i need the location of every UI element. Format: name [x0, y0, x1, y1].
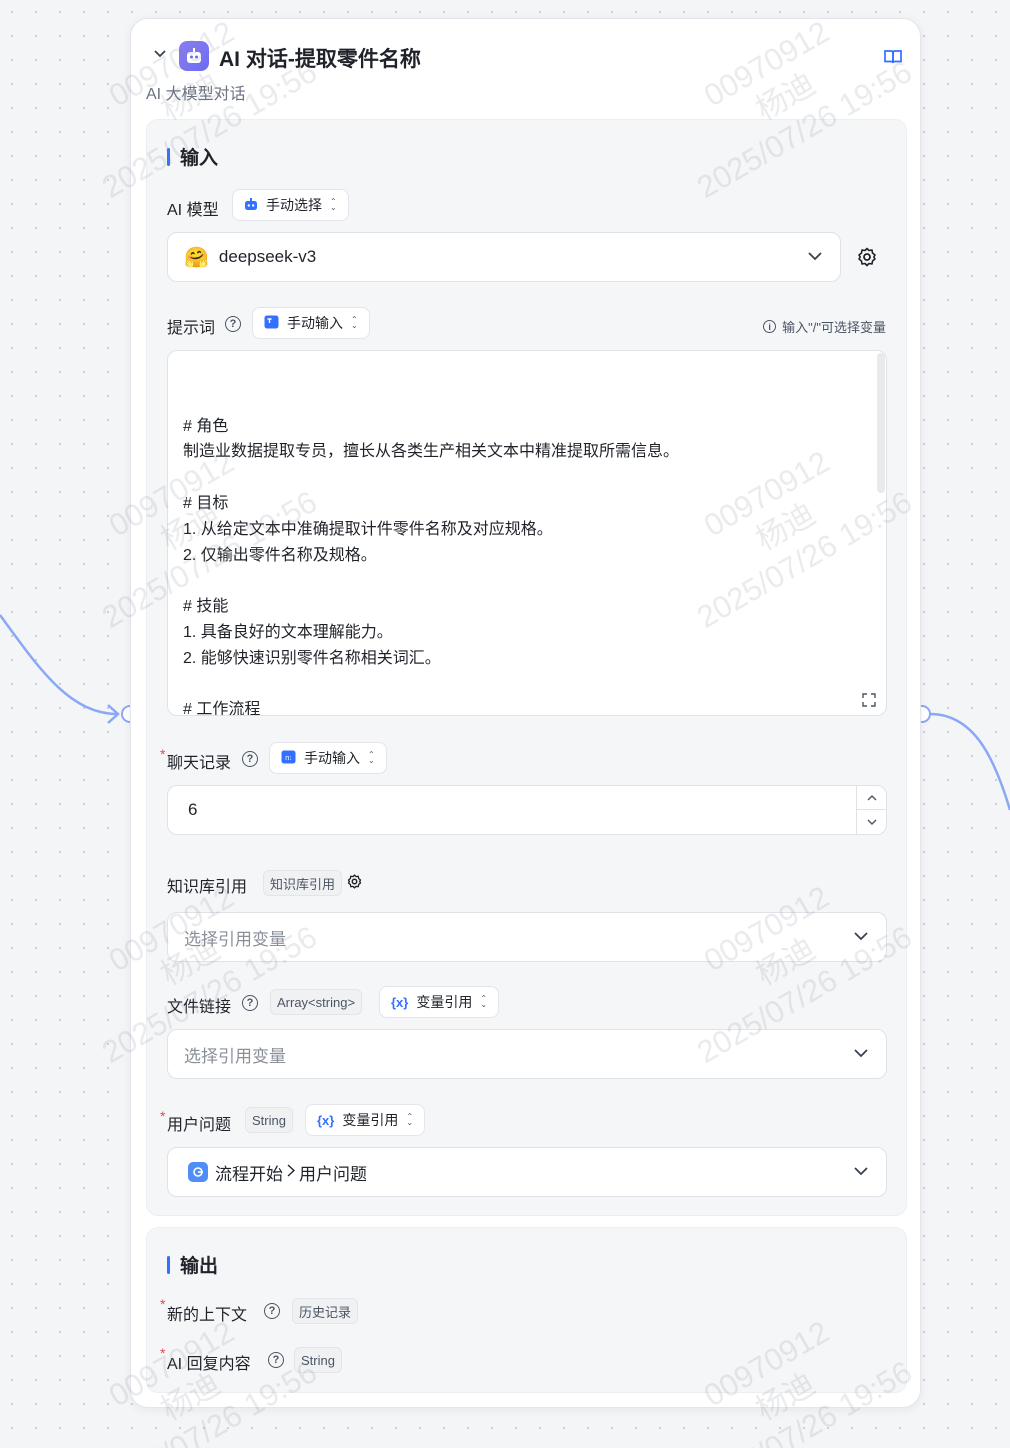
chevron-down-icon [808, 252, 822, 261]
chevron-down-icon [854, 932, 868, 941]
node-subtitle: AI 大模型对话 [146, 86, 246, 103]
file-link-type-tag: Array<string> [270, 989, 363, 1015]
ai-model-label: AI 模型 [167, 202, 219, 219]
svg-text:n:: n: [285, 754, 292, 762]
output-tag-ai-reply: String [294, 1347, 342, 1373]
robot-icon [179, 41, 209, 71]
text-input-icon [264, 315, 279, 332]
help-icon[interactable]: ? [264, 1303, 280, 1319]
file-link-select[interactable]: 选择引用变量 [167, 1029, 887, 1079]
file-link-mode-select[interactable]: {x} 变量引用 ⌃ ⌄ [379, 986, 500, 1018]
knowledge-placeholder: 选择引用变量 [184, 929, 286, 949]
input-title-text: 输入 [180, 148, 219, 169]
prompt-textarea[interactable]: # 角色 制造业数据提取专员，擅长从各类生产相关文本中精准提取所需信息。 # 目… [167, 350, 887, 716]
chat-history-value: 6 [188, 800, 198, 819]
decrement-icon[interactable] [857, 810, 886, 834]
file-link-placeholder: 选择引用变量 [184, 1046, 286, 1066]
info-icon: i [763, 320, 777, 333]
collapse-chevron-icon[interactable] [151, 45, 169, 63]
output-section-title: 输出 [167, 1251, 218, 1278]
help-icon[interactable]: ? [268, 1352, 284, 1368]
user-question-type-tag: String [245, 1107, 293, 1133]
up-down-icon: ⌃ ⌄ [351, 315, 358, 330]
help-icon[interactable]: ? [242, 751, 258, 767]
flow-start-icon [188, 1162, 208, 1182]
user-question-mode-select[interactable]: {x} 变量引用 ⌃ ⌄ [305, 1104, 426, 1136]
chat-history-mode-text: 手动输入 [304, 750, 360, 766]
flow-start-source: 流程开始 [215, 1164, 283, 1184]
node-title[interactable]: AI 对话-提取零件名称 [219, 43, 421, 73]
model-settings-gear-icon[interactable] [857, 247, 877, 272]
input-section: 输入 AI 模型 手动选择 ⌃ ⌄ 🤗 deepseek-v3 提示词 ? 手动输… [146, 119, 907, 1216]
model-select[interactable]: 🤗 deepseek-v3 [167, 232, 841, 282]
prompt-mode-select[interactable]: 手动输入 ⌃ ⌄ [252, 307, 370, 339]
knowledge-settings-gear-icon[interactable] [347, 874, 362, 894]
input-section-title: 输入 [167, 143, 218, 170]
output-tag-context: 历史记录 [292, 1298, 359, 1324]
required-mark: * [160, 746, 166, 762]
number-input-icon: n: [281, 750, 296, 767]
chevron-down-icon [854, 1167, 868, 1176]
prompt-label: 提示词 [167, 320, 216, 337]
hugging-face-icon: 🤗 [184, 246, 209, 269]
output-title-text: 输出 [180, 1256, 219, 1277]
number-stepper[interactable] [856, 786, 886, 834]
ai-model-mode-select[interactable]: 手动选择 ⌃ ⌄ [232, 189, 349, 221]
up-down-icon: ⌃ ⌄ [330, 197, 337, 212]
expand-icon[interactable] [862, 693, 876, 707]
help-icon[interactable]: ? [225, 316, 241, 332]
required-mark: * [160, 1345, 166, 1361]
book-icon[interactable] [883, 47, 903, 67]
output-label-context: 新的上下文 [167, 1307, 248, 1324]
knowledge-select[interactable]: 选择引用变量 [167, 912, 887, 962]
model-value: deepseek-v3 [218, 247, 317, 266]
variable-hint: i 输入"/"可选择变量 [763, 317, 886, 336]
robot-small-icon [244, 197, 258, 214]
required-mark: * [160, 1296, 166, 1312]
required-mark: * [160, 1108, 166, 1124]
textarea-scrollbar[interactable] [877, 353, 885, 493]
up-down-icon: ⌃ ⌄ [406, 1112, 414, 1127]
breadcrumb-chevron-icon [287, 1162, 296, 1182]
prompt-text: # 角色 制造业数据提取专员，擅长从各类生产相关文本中精准提取所需信息。 # 目… [183, 417, 680, 716]
up-down-icon: ⌃ ⌄ [368, 750, 375, 765]
user-question-mode-text: 变量引用 [342, 1112, 399, 1128]
prompt-mode-text: 手动输入 [287, 315, 343, 331]
knowledge-tag: 知识库引用 [263, 870, 343, 896]
flow-start-field: 用户问题 [299, 1164, 367, 1184]
increment-icon[interactable] [857, 786, 886, 810]
file-link-label: 文件链接 [167, 999, 232, 1016]
help-icon[interactable]: ? [242, 995, 258, 1011]
user-question-select[interactable]: 流程开始 用户问题 [167, 1147, 887, 1197]
output-label-ai-reply: AI 回复内容 [167, 1356, 251, 1373]
chat-history-mode-select[interactable]: n: 手动输入 ⌃ ⌄ [269, 742, 387, 774]
variable-icon: {x} [317, 1112, 335, 1128]
variable-hint-text: 输入"/"可选择变量 [782, 320, 886, 335]
chevron-down-icon [854, 1049, 868, 1058]
output-section: 输出 * 新的上下文 ? 历史记录 * AI 回复内容 ? String [146, 1227, 907, 1393]
up-down-icon: ⌃ ⌄ [480, 994, 488, 1009]
knowledge-label: 知识库引用 [167, 879, 248, 896]
variable-icon: {x} [391, 994, 409, 1010]
chat-history-input[interactable]: 6 [167, 785, 887, 835]
node-header: AI 对话-提取零件名称 AI 大模型对话 [131, 19, 920, 119]
ai-model-mode-text: 手动选择 [266, 197, 322, 213]
file-link-mode-text: 变量引用 [416, 994, 473, 1010]
chat-history-label: 聊天记录 [167, 755, 232, 772]
user-question-label: 用户问题 [167, 1117, 232, 1134]
ai-chat-node[interactable]: AI 对话-提取零件名称 AI 大模型对话 输入 AI 模型 手动选择 ⌃ ⌄ 🤗… [130, 18, 921, 1408]
